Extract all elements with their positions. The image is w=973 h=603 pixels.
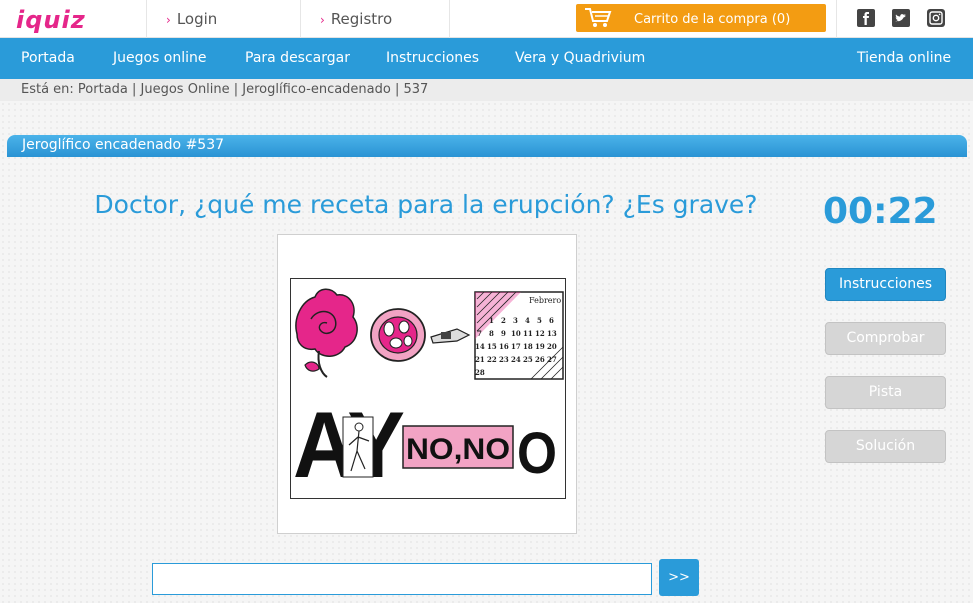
breadcrumb-text[interactable]: Está en: Portada | Juegos Online | Jerog… (21, 79, 428, 101)
svg-text:2: 2 (501, 316, 506, 325)
check-button[interactable]: Comprobar (825, 322, 946, 355)
breadcrumb: Está en: Portada | Juegos Online | Jerog… (0, 79, 973, 101)
svg-text:8: 8 (489, 329, 494, 338)
svg-text:10: 10 (511, 329, 521, 338)
svg-text:28: 28 (475, 368, 485, 377)
instructions-button[interactable]: Instrucciones (825, 268, 946, 301)
svg-text:1: 1 (489, 316, 494, 325)
rebus-letter-o: O (517, 421, 557, 486)
shopping-cart-icon (585, 8, 612, 27)
svg-text:22: 22 (487, 355, 497, 364)
twitter-icon[interactable] (892, 9, 910, 27)
divider (300, 0, 301, 38)
svg-text:12: 12 (535, 329, 545, 338)
chevron-right-icon: › (320, 13, 325, 27)
register-label: Registro (330, 10, 393, 28)
svg-text:21: 21 (475, 355, 485, 364)
game-title: Jeroglífico encadenado #537 (22, 137, 225, 153)
svg-text:25: 25 (523, 355, 533, 364)
top-bar: iquiz › Login › Registro Carrito de la com… (0, 0, 973, 38)
calendar-icon: Febrero 123456 7 8 9 10 11 12 13 14 15 16 17 18 19 2… (474, 291, 564, 380)
svg-text:20: 20 (547, 342, 557, 351)
hint-button[interactable]: Pista (825, 376, 946, 409)
svg-text:9: 9 (501, 329, 506, 338)
divider (146, 0, 147, 38)
divider (449, 0, 450, 38)
instagram-icon[interactable] (927, 9, 945, 27)
svg-text:16: 16 (499, 342, 509, 351)
svg-text:6: 6 (549, 316, 554, 325)
svg-text:3: 3 (513, 316, 518, 325)
nav-item-vera-quadrivium[interactable]: Vera y Quadrivium (515, 38, 645, 79)
rebus-text-no-no: NO,NO (406, 433, 510, 466)
login-label: Login (176, 10, 218, 28)
logo[interactable]: iquiz (16, 7, 124, 33)
svg-text:13: 13 (547, 329, 557, 338)
login-link[interactable]: › Login (166, 0, 217, 38)
svg-text:24: 24 (511, 355, 521, 364)
facebook-icon[interactable] (857, 9, 875, 27)
cart-label: Carrito de la compra (0) (634, 12, 791, 27)
lighter-icon (430, 328, 471, 344)
submit-answer-button[interactable]: >> (659, 559, 699, 596)
puzzle-question: Doctor, ¿qué me receta para la erupción?… (94, 190, 758, 219)
puzzle-image-frame: Febrero 123456 7 8 9 10 11 12 13 14 15 16 17 18 19 2… (277, 234, 577, 534)
divider (836, 0, 837, 38)
svg-text:11: 11 (523, 329, 533, 338)
svg-text:18: 18 (523, 342, 533, 351)
nav-item-portada[interactable]: Portada (21, 38, 75, 79)
tomato-slice-icon (370, 308, 426, 362)
game-title-bar: Jeroglífico encadenado #537 (7, 135, 967, 157)
calendar-month: Febrero (529, 296, 561, 305)
svg-text:5: 5 (537, 316, 542, 325)
svg-text:4: 4 (525, 316, 530, 325)
timer: 00:22 (823, 191, 938, 232)
svg-text:7: 7 (477, 329, 482, 338)
rose-icon (295, 288, 358, 378)
nav-item-tienda-online[interactable]: Tienda online (857, 38, 951, 79)
svg-text:26: 26 (535, 355, 545, 364)
answer-input[interactable] (152, 563, 652, 595)
svg-text:27: 27 (547, 355, 557, 364)
puzzle-image: Febrero 123456 7 8 9 10 11 12 13 14 15 16 17 18 19 2… (290, 278, 566, 499)
register-link[interactable]: › Registro (320, 0, 392, 38)
cart-button[interactable]: Carrito de la compra (0) (576, 4, 826, 32)
rebus-drawing: Febrero 123456 7 8 9 10 11 12 13 14 15 16 17 18 19 2… (293, 288, 564, 497)
svg-text:15: 15 (487, 342, 497, 351)
svg-text:23: 23 (499, 355, 509, 364)
svg-text:14: 14 (475, 342, 485, 351)
svg-text:19: 19 (535, 342, 545, 351)
svg-text:17: 17 (511, 342, 521, 351)
main-nav: Portada Juegos online Para descargar Ins… (0, 38, 973, 79)
dancer-figure-icon (342, 416, 374, 478)
nav-item-para-descargar[interactable]: Para descargar (245, 38, 350, 79)
chevron-right-icon: › (166, 13, 171, 27)
nav-item-juegos-online[interactable]: Juegos online (113, 38, 207, 79)
solution-button[interactable]: Solución (825, 430, 946, 463)
nav-item-instrucciones[interactable]: Instrucciones (386, 38, 479, 79)
